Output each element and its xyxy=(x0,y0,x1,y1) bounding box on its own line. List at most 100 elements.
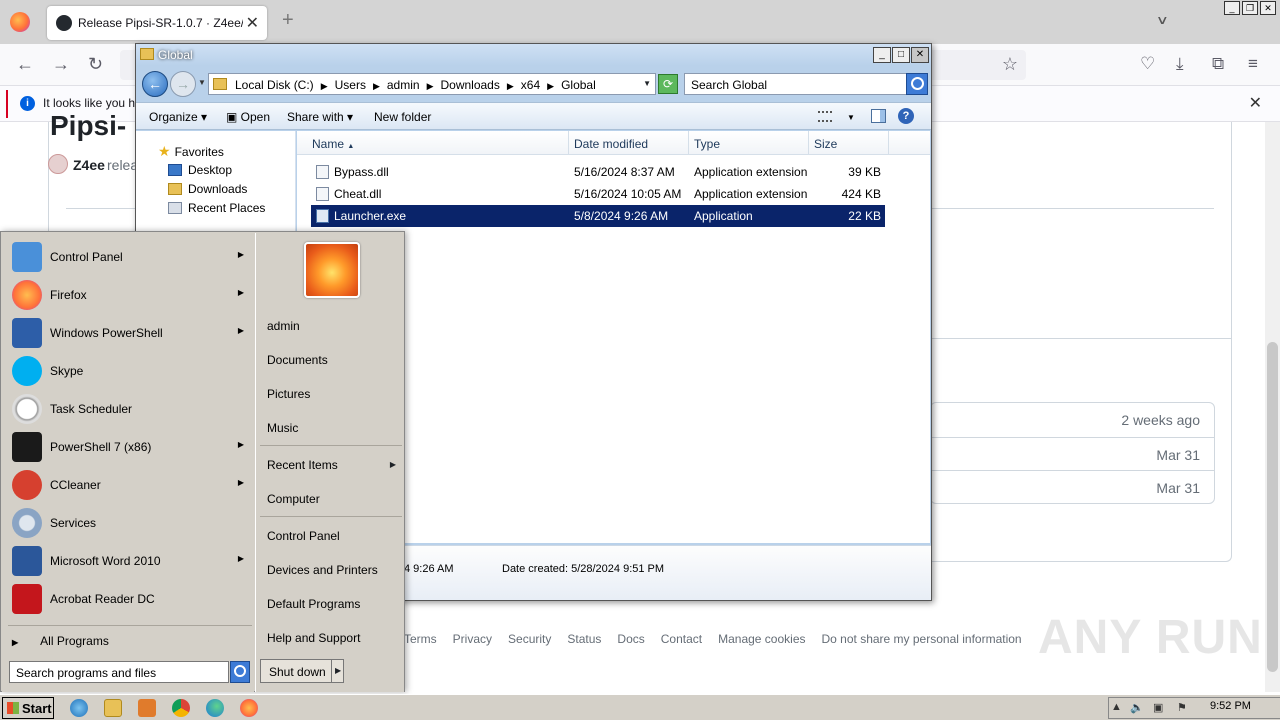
restore-button[interactable]: ❐ xyxy=(1242,1,1258,15)
share-with-button[interactable]: Share with ▾ xyxy=(287,110,353,124)
start-link-documents[interactable]: Documents xyxy=(267,353,328,367)
start-item-acrobat-reader[interactable]: Acrobat Reader DC xyxy=(2,580,254,618)
start-link-computer[interactable]: Computer xyxy=(267,492,320,506)
edge-icon[interactable] xyxy=(206,699,224,717)
tab-list-chevron-icon[interactable]: ∨ xyxy=(1156,13,1169,27)
start-search-input[interactable]: Search programs and files xyxy=(9,661,229,683)
media-player-icon[interactable] xyxy=(138,699,156,717)
back-arrow-icon[interactable]: ← xyxy=(16,54,34,75)
start-link-user[interactable]: admin xyxy=(267,319,300,333)
footer-link-cookies[interactable]: Manage cookies xyxy=(718,632,805,646)
start-link-control-panel[interactable]: Control Panel xyxy=(267,529,340,543)
column-header-name[interactable]: Name ▲ xyxy=(297,131,569,155)
volume-icon[interactable]: 🔈 xyxy=(1130,701,1144,714)
minimize-button[interactable]: _ xyxy=(873,47,891,63)
search-icon[interactable] xyxy=(230,661,250,683)
address-chevron-down-icon[interactable]: ▼ xyxy=(643,79,651,88)
asset-row[interactable]: Mar 31 xyxy=(931,437,1214,471)
breadcrumb-item[interactable]: Downloads xyxy=(440,78,499,92)
search-icon[interactable] xyxy=(906,73,928,95)
column-header-date-modified[interactable]: Date modified xyxy=(569,131,689,155)
footer-link-status[interactable]: Status xyxy=(567,632,601,646)
nav-item-desktop[interactable]: Desktop xyxy=(168,163,232,177)
all-programs-button[interactable]: ▶ All Programs xyxy=(12,634,109,648)
start-item-windows-powershell[interactable]: Windows PowerShell ▶ xyxy=(2,314,254,352)
nav-item-downloads[interactable]: Downloads xyxy=(168,182,247,196)
start-link-pictures[interactable]: Pictures xyxy=(267,387,310,401)
explorer-taskbar-icon[interactable] xyxy=(104,699,122,717)
network-icon[interactable]: ▣ xyxy=(1153,701,1163,714)
start-item-firefox[interactable]: Firefox ▶ xyxy=(2,276,254,314)
recent-pages-chevron-icon[interactable]: ▼ xyxy=(198,78,206,87)
view-options-icon[interactable] xyxy=(818,111,832,122)
bookmark-star-icon[interactable]: ☆ xyxy=(1002,54,1018,75)
author-avatar[interactable] xyxy=(48,154,68,174)
pocket-icon[interactable]: ♡ xyxy=(1140,54,1155,74)
start-link-music[interactable]: Music xyxy=(267,421,298,435)
firefox-taskbar-icon[interactable] xyxy=(240,699,258,717)
footer-link-do-not-share[interactable]: Do not share my personal information xyxy=(822,632,1022,646)
reload-icon[interactable]: ↻ xyxy=(88,54,103,75)
start-link-help-support[interactable]: Help and Support xyxy=(267,631,360,645)
back-arrow-icon[interactable]: ← xyxy=(142,71,168,97)
asset-row[interactable]: Mar 31 xyxy=(931,470,1214,504)
firefox-icon[interactable] xyxy=(10,12,30,32)
breadcrumb-item[interactable]: Users xyxy=(335,78,366,92)
new-tab-button[interactable]: + xyxy=(282,9,294,32)
breadcrumb-item[interactable]: admin xyxy=(387,78,420,92)
extensions-icon[interactable]: ⧉ xyxy=(1212,54,1224,74)
explorer-search-input[interactable]: Search Global xyxy=(684,73,908,95)
close-button[interactable]: ✕ xyxy=(1260,1,1276,15)
asset-row[interactable]: 2 weeks ago xyxy=(931,403,1214,437)
forward-arrow-icon[interactable]: → xyxy=(52,54,70,75)
close-button[interactable]: ✕ xyxy=(911,47,929,63)
address-bar[interactable]: Local Disk (C:) ▶ Users ▶ admin ▶ Downloads ▶ x6… xyxy=(208,73,656,95)
author-link[interactable]: Z4ee xyxy=(73,157,105,173)
start-item-control-panel[interactable]: Control Panel ▶ xyxy=(2,238,254,276)
downloads-icon[interactable]: ⤓ xyxy=(1176,54,1184,74)
file-row-selected[interactable]: Launcher.exe 5/8/2024 9:26 AM Applicatio… xyxy=(311,205,885,227)
action-center-flag-icon[interactable]: ⚑ xyxy=(1177,701,1187,714)
explorer-title-bar[interactable]: Global _ □ ✕ xyxy=(136,44,931,66)
start-item-skype[interactable]: Skype xyxy=(2,352,254,390)
open-button[interactable]: ▣ Open xyxy=(226,110,270,124)
start-link-devices-printers[interactable]: Devices and Printers xyxy=(267,563,378,577)
breadcrumb-item[interactable]: x64 xyxy=(521,78,540,92)
chrome-icon[interactable] xyxy=(172,699,190,717)
menu-icon[interactable]: ≡ xyxy=(1248,54,1258,74)
browser-tab[interactable]: Release Pipsi-SR-1.0.7 · Z4ee/Pipsi ✕ xyxy=(47,6,267,40)
footer-link-contact[interactable]: Contact xyxy=(661,632,702,646)
file-row[interactable]: Cheat.dll 5/16/2024 10:05 AM Application… xyxy=(311,183,885,205)
scrollbar-thumb[interactable] xyxy=(1267,342,1278,672)
notification-close-icon[interactable]: ✕ xyxy=(1249,93,1262,113)
view-chevron-down-icon[interactable]: ▼ xyxy=(847,113,855,122)
start-item-services[interactable]: Services xyxy=(2,504,254,542)
page-scrollbar[interactable] xyxy=(1265,122,1280,692)
tab-close-icon[interactable]: ✕ xyxy=(246,13,259,33)
nav-item-recent-places[interactable]: Recent Places xyxy=(168,201,265,215)
start-item-microsoft-word[interactable]: Microsoft Word 2010 ▶ xyxy=(2,542,254,580)
refresh-icon[interactable]: ⟳ xyxy=(658,74,678,94)
breadcrumb-item[interactable]: Global xyxy=(561,78,596,92)
nav-item-favorites[interactable]: ★ Favorites xyxy=(158,143,224,160)
start-item-task-scheduler[interactable]: Task Scheduler xyxy=(2,390,254,428)
maximize-button[interactable]: □ xyxy=(892,47,910,63)
start-item-ccleaner[interactable]: CCleaner ▶ xyxy=(2,466,254,504)
shutdown-options-arrow-icon[interactable]: ▶ xyxy=(331,659,344,683)
breadcrumb-item[interactable]: Local Disk (C:) xyxy=(235,78,314,92)
preview-pane-icon[interactable] xyxy=(871,109,886,123)
new-folder-button[interactable]: New folder xyxy=(374,110,431,124)
footer-link-terms[interactable]: Terms xyxy=(404,632,437,646)
tray-overflow-icon[interactable]: ▲ xyxy=(1111,701,1122,713)
internet-explorer-icon[interactable] xyxy=(70,699,88,717)
help-icon[interactable]: ? xyxy=(898,108,914,124)
file-row[interactable]: Bypass.dll 5/16/2024 8:37 AM Application… xyxy=(311,161,885,183)
column-header-size[interactable]: Size xyxy=(809,131,889,155)
clock[interactable]: 9:52 PM xyxy=(1210,700,1251,712)
minimize-button[interactable]: _ xyxy=(1224,1,1240,15)
start-item-powershell-7[interactable]: PowerShell 7 (x86) ▶ xyxy=(2,428,254,466)
column-header-type[interactable]: Type xyxy=(689,131,809,155)
footer-link-docs[interactable]: Docs xyxy=(617,632,644,646)
footer-link-security[interactable]: Security xyxy=(508,632,551,646)
footer-link-privacy[interactable]: Privacy xyxy=(453,632,492,646)
